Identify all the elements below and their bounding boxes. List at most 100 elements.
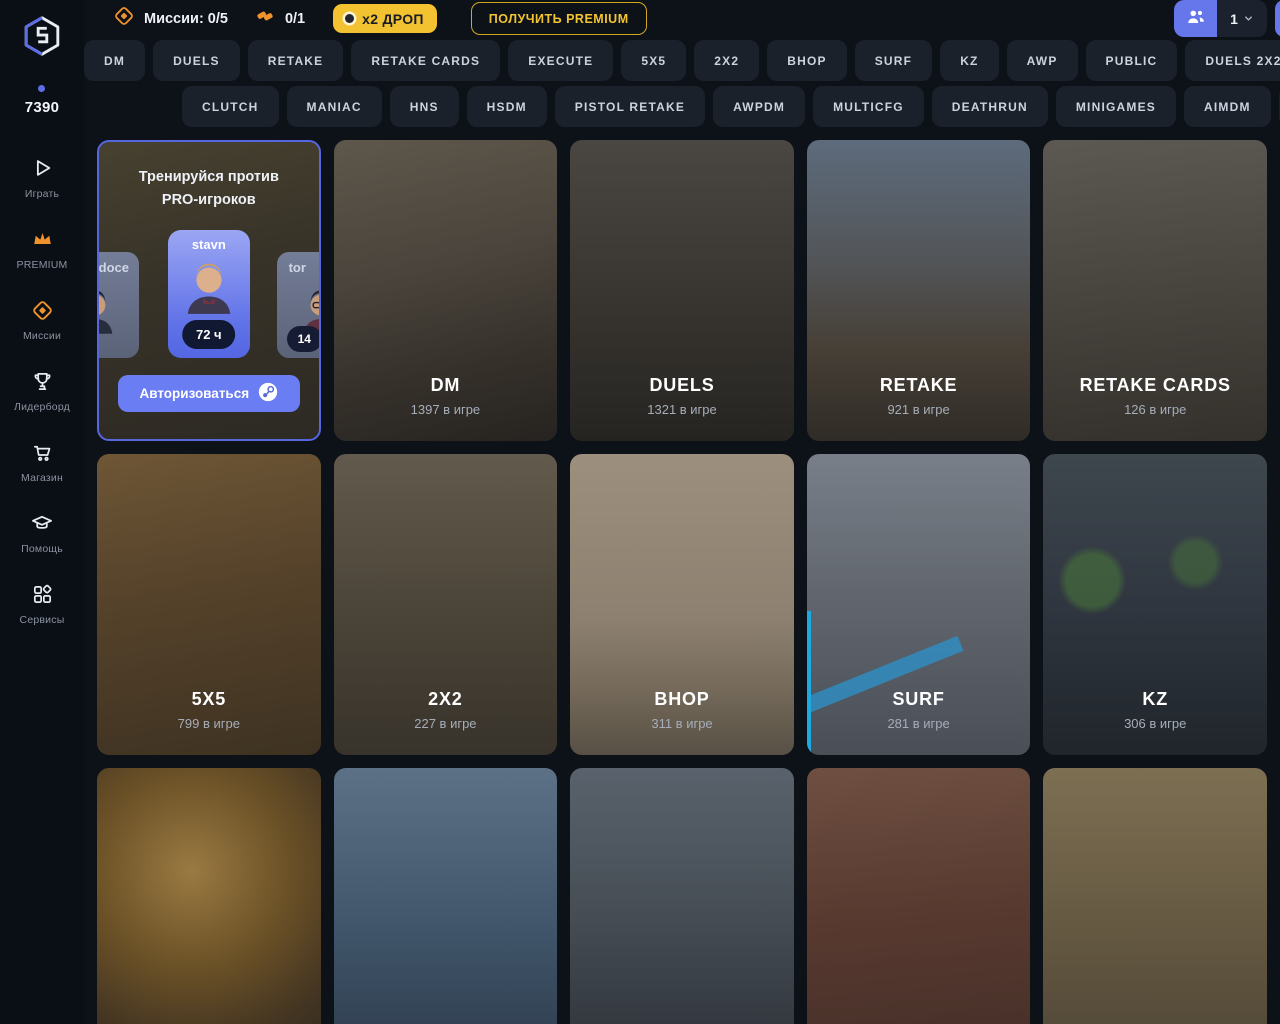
tab-aimdm[interactable]: AIMDM [1184, 86, 1271, 127]
cs-hexagon-logo-icon [19, 47, 65, 64]
tab-pistol-retake[interactable]: PISTOL RETAKE [555, 86, 705, 127]
tab-duels[interactable]: DUELS [153, 40, 240, 81]
game-card-retake-cards[interactable]: RETAKE CARDS 126 в игре [1043, 140, 1267, 441]
game-card-kz[interactable]: KZ 306 в игре [1043, 454, 1267, 755]
pro-player-name: tor [289, 260, 306, 275]
diamond-icon [113, 5, 135, 32]
tab-kz[interactable]: KZ [940, 40, 998, 81]
party-button[interactable] [1174, 0, 1217, 37]
topbar-right: 1 ВОЙТИ ЧЕРЕЗ STEAM [1174, 0, 1280, 37]
tab-execute[interactable]: EXECUTE [508, 40, 613, 81]
tab-duels-2x2[interactable]: DUELS 2X2 [1185, 40, 1280, 81]
sidebar-item-services[interactable]: Сервисы [0, 582, 84, 626]
tab-minigames[interactable]: MINIGAMES [1056, 86, 1176, 127]
game-card-title: SURF [807, 689, 1031, 710]
game-card-count: 921 в игре [807, 402, 1031, 417]
game-card-label: RETAKE CARDS 126 в игре [1043, 375, 1267, 417]
tab-hns[interactable]: HNS [390, 86, 459, 127]
game-card-label: SURF 281 в игре [807, 689, 1031, 731]
game-card-label: DM 1397 в игре [334, 375, 558, 417]
game-card-label: 5X5 799 в игре [97, 689, 321, 731]
game-card-title: DM [334, 375, 558, 396]
pro-player-name: stavn [168, 237, 250, 252]
play-icon [31, 156, 53, 180]
tab-row-1: DM DUELS RETAKE RETAKE CARDS EXECUTE 5X5… [84, 40, 1280, 81]
tab-multicfg[interactable]: MULTICFG [813, 86, 924, 127]
game-card[interactable] [97, 768, 321, 1024]
game-card-count: 306 в игре [1043, 716, 1267, 731]
game-card-title: BHOP [570, 689, 794, 710]
pro-player-card: stavn 72 ч [168, 230, 250, 358]
game-card-bhop[interactable]: BHOP 311 в игре [570, 454, 794, 755]
tab-public[interactable]: PUBLIC [1086, 40, 1178, 81]
sidebar-item-label: Миссии [23, 330, 61, 342]
sidebar-item-leaderboard[interactable]: Лидерборд [0, 369, 84, 413]
tab-hsdm[interactable]: HSDM [467, 86, 547, 127]
cart-icon [31, 440, 54, 464]
sidebar-item-label: Лидерборд [14, 401, 70, 413]
authorize-button[interactable]: Авторизоваться [118, 375, 300, 412]
tab-5x5[interactable]: 5X5 [621, 40, 686, 81]
pro-player-hours: 14 [287, 326, 321, 352]
tab-deathrun[interactable]: DEATHRUN [932, 86, 1048, 127]
tab-clutch[interactable]: CLUTCH [182, 86, 279, 127]
sidebar-item-shop[interactable]: Магазин [0, 440, 84, 484]
game-card-title: 2X2 [334, 689, 558, 710]
game-card[interactable] [1043, 768, 1267, 1024]
game-card-title: RETAKE [807, 375, 1031, 396]
game-card[interactable] [570, 768, 794, 1024]
pro-player-avatar [180, 301, 238, 318]
app-logo[interactable] [19, 12, 65, 65]
game-card-grid: Тренируйся против PRO-игроков zdoce 2 ч [97, 140, 1280, 1024]
game-card[interactable] [807, 768, 1031, 1024]
game-card[interactable] [334, 768, 558, 1024]
sidebar-item-premium[interactable]: PREMIUM [0, 227, 84, 271]
tab-2x2[interactable]: 2X2 [694, 40, 759, 81]
missions-progress[interactable]: Миссии: 0/5 [113, 5, 228, 32]
game-card-surf[interactable]: SURF 281 в игре [807, 454, 1031, 755]
tab-surf[interactable]: SURF [855, 40, 932, 81]
tab-retake-cards[interactable]: RETAKE CARDS [351, 40, 500, 81]
sidebar-item-label: Магазин [21, 472, 63, 484]
game-card-dm[interactable]: DM 1397 в игре [334, 140, 558, 441]
bonus-label: 0/1 [285, 11, 305, 27]
tab-maniac[interactable]: MANIAC [287, 86, 382, 127]
main-area: Миссии: 0/5 0/1 х2 ДРОП ПОЛУЧИТЬ PREMIUM [84, 0, 1280, 1024]
sidebar-item-label: Играть [25, 188, 59, 200]
pro-player-card: tor 14 [277, 252, 321, 358]
game-card-retake[interactable]: RETAKE 921 в игре [807, 140, 1031, 441]
game-card-2x2[interactable]: 2X2 227 в игре [334, 454, 558, 755]
online-indicator: 7390 [25, 85, 60, 116]
tab-bhop[interactable]: BHOP [767, 40, 846, 81]
sidebar-nav: Играть PREMIUM Миссии [0, 156, 84, 626]
sidebar-item-help[interactable]: Помощь [0, 511, 84, 555]
bonus-progress[interactable]: 0/1 [254, 5, 305, 32]
services-grid-icon [31, 582, 54, 606]
tab-awp[interactable]: AWP [1007, 40, 1078, 81]
people-icon [1185, 6, 1207, 31]
promo-title-line1: Тренируйся против [139, 166, 279, 189]
crown-icon [30, 227, 55, 251]
game-card-label: RETAKE 921 в игре [807, 375, 1031, 417]
sidebar-item-play[interactable]: Играть [0, 156, 84, 200]
game-card-label: 2X2 227 в игре [334, 689, 558, 731]
tab-awpdm[interactable]: AWPDM [713, 86, 805, 127]
pro-player-hours: 72 ч [182, 320, 236, 349]
tab-retake[interactable]: RETAKE [248, 40, 344, 81]
game-card-5x5[interactable]: 5X5 799 в игре [97, 454, 321, 755]
sidebar-item-missions[interactable]: Миссии [0, 298, 84, 342]
party-count-value: 1 [1230, 11, 1238, 27]
tab-dm[interactable]: DM [84, 40, 145, 81]
chevron-down-icon [1243, 11, 1254, 27]
sidebar-item-label: PREMIUM [17, 259, 68, 271]
steam-login-button[interactable]: ВОЙТИ ЧЕРЕЗ STEAM [1275, 0, 1280, 37]
get-premium-button[interactable]: ПОЛУЧИТЬ PREMIUM [471, 2, 647, 35]
topbar: Миссии: 0/5 0/1 х2 ДРОП ПОЛУЧИТЬ PREMIUM [84, 0, 1280, 37]
pro-player-name: zdoce [97, 260, 129, 275]
promo-card[interactable]: Тренируйся против PRO-игроков zdoce 2 ч [97, 140, 321, 441]
x2-drop-badge[interactable]: х2 ДРОП [333, 4, 437, 33]
party-count-dropdown[interactable]: 1 [1217, 0, 1267, 37]
game-card-duels[interactable]: DUELS 1321 в игре [570, 140, 794, 441]
game-card-title: DUELS [570, 375, 794, 396]
pro-player-card: zdoce 2 ч [97, 252, 139, 358]
